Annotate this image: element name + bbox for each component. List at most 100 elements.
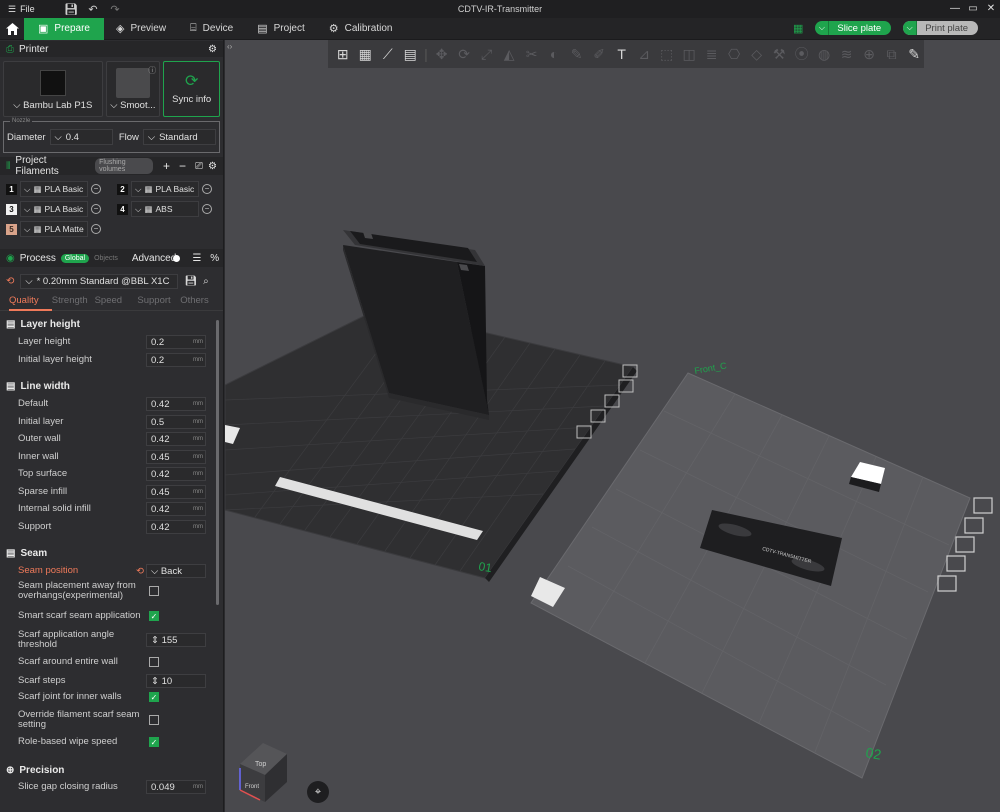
spinner-icon[interactable]: ⇕ xyxy=(151,676,162,687)
sync-filament-icon[interactable]: ⎚ xyxy=(195,161,203,172)
setting-input[interactable]: 0.2 mm xyxy=(146,335,206,349)
mesh-boolean-icon[interactable]: ◐ xyxy=(544,44,564,64)
filament-select[interactable]: ⌵ ▦ PLA Basic xyxy=(20,181,88,197)
simplify-icon[interactable]: ◇ xyxy=(747,44,767,64)
setting-input[interactable]: 0.2 mm xyxy=(146,353,206,367)
variable-layer-icon[interactable]: ≣ xyxy=(702,44,722,64)
filament-slot-5[interactable]: 5 ⌵ ▦ PLA Matte − xyxy=(6,221,101,237)
text-icon[interactable]: T xyxy=(612,44,632,64)
override-scarf-checkbox[interactable] xyxy=(149,715,159,725)
filament-slot-4[interactable]: 4 ⌵ ▦ ABS − xyxy=(117,201,212,217)
objects-toggle[interactable]: Objects xyxy=(94,254,122,263)
print-plate-button[interactable]: ⌵ Print plate xyxy=(903,21,978,35)
collapse-sidebar-icon[interactable]: ‹› xyxy=(227,42,232,51)
arrange-icon[interactable]: ▤ xyxy=(401,44,421,64)
auto-orient-icon[interactable]: ⟋ xyxy=(378,44,398,64)
plate-type-card[interactable]: ⓘ ⌵ Smoot... xyxy=(105,61,161,117)
remove-filament-icon[interactable]: − xyxy=(202,204,212,214)
process-preset-select[interactable]: ⌵ * 0.20mm Standard @BBL X1C xyxy=(20,273,179,289)
measure-icon[interactable]: ⊿ xyxy=(634,44,654,64)
lock-icon[interactable] xyxy=(946,555,966,572)
flushing-volumes-button[interactable]: Flushing volumes xyxy=(95,158,153,174)
add-plate-icon[interactable]: ▦ xyxy=(356,44,376,64)
arrange-icon[interactable] xyxy=(964,517,984,534)
filament-select[interactable]: ⌵ ▦ PLA Basic xyxy=(131,181,199,197)
minimize-icon[interactable]: — xyxy=(946,0,964,18)
gear-icon[interactable]: ⚙︎ xyxy=(208,44,217,55)
close-icon[interactable] xyxy=(973,497,993,514)
fix-model-icon[interactable]: ⚒ xyxy=(769,44,789,64)
lay-on-face-icon[interactable]: ◭ xyxy=(499,44,519,64)
tab-device[interactable]: ⌸ Device xyxy=(178,18,245,40)
assembly-icon[interactable]: ⬚ xyxy=(657,44,677,64)
file-menu[interactable]: ☰ File xyxy=(0,4,60,15)
save-icon[interactable]: 💾︎ xyxy=(60,3,82,16)
support-paint-icon[interactable]: ✎ xyxy=(567,44,587,64)
tab-speed[interactable]: Speed xyxy=(95,295,138,306)
slice-plate-button[interactable]: ⌵ Slice plate xyxy=(815,21,892,35)
orient-icon[interactable] xyxy=(955,536,975,553)
setting-input[interactable]: 0.45 mm xyxy=(146,450,206,464)
seam-position-select[interactable]: ⌵ Back xyxy=(146,564,206,578)
undo-icon[interactable]: ↶ xyxy=(82,3,104,16)
remove-filament-icon[interactable]: − xyxy=(202,184,212,194)
gear-icon[interactable]: ⚙︎ xyxy=(208,161,217,172)
setting-input[interactable]: 0.42 mm xyxy=(146,432,206,446)
filament-slot-1[interactable]: 1 ⌵ ▦ PLA Basic − xyxy=(6,181,101,197)
3d-viewport[interactable]: CDTV-TRANSMITTER 01 02 Front_C Top Front… xyxy=(225,40,1000,812)
reset-icon[interactable]: ⟲ xyxy=(6,276,14,287)
chevron-down-icon[interactable]: ⌵ xyxy=(903,21,918,35)
setting-input[interactable]: 0.42 mm xyxy=(146,467,206,481)
fit-view-icon[interactable]: ⌖ xyxy=(307,781,329,803)
diameter-select[interactable]: ⌵ 0.4 xyxy=(49,129,113,145)
info-icon[interactable]: ⓘ xyxy=(148,65,156,76)
setting-input[interactable]: 0.5 mm xyxy=(146,415,206,429)
cut-icon[interactable]: ✂ xyxy=(522,44,542,64)
rotate-icon[interactable]: ⟳ xyxy=(454,44,474,64)
scarf-angle-stepper[interactable]: ⇕ 155 xyxy=(146,633,206,647)
remove-filament-icon[interactable]: − xyxy=(91,204,101,214)
role-wipe-checkbox[interactable]: ✓ xyxy=(149,737,159,747)
filament-slot-2[interactable]: 2 ⌵ ▦ PLA Basic − xyxy=(117,181,212,197)
remove-filament-icon[interactable]: − xyxy=(91,224,101,234)
chevron-down-icon[interactable]: ⌵ xyxy=(815,21,830,35)
emboss-icon[interactable]: ⎔ xyxy=(724,44,744,64)
remove-icon[interactable]: − xyxy=(179,159,186,173)
tab-calibration[interactable]: ⚙︎ Calibration xyxy=(317,18,405,40)
scale-icon[interactable]: ⤢ xyxy=(477,44,497,64)
tab-prepare[interactable]: ▣ Prepare xyxy=(24,17,104,40)
list-icon[interactable]: ☰ xyxy=(192,253,201,264)
setting-input[interactable]: 0.42 mm xyxy=(146,397,206,411)
percent-icon[interactable]: % xyxy=(210,253,219,264)
scarf-around-checkbox[interactable] xyxy=(149,657,159,667)
filament-slot-3[interactable]: 3 ⌵ ▦ PLA Basic − xyxy=(6,201,101,217)
tab-others[interactable]: Others xyxy=(180,295,223,306)
redo-icon[interactable]: ↷ xyxy=(104,3,126,16)
filament-select[interactable]: ⌵ ▦ ABS xyxy=(131,201,199,217)
seam-paint-icon[interactable]: ✐ xyxy=(589,44,609,64)
close-icon[interactable]: ✕ xyxy=(982,0,1000,18)
seam-away-checkbox[interactable] xyxy=(149,586,159,596)
spinner-icon[interactable]: ⇕ xyxy=(151,635,162,646)
sidebar-scrollbar[interactable] xyxy=(216,320,219,605)
add-icon[interactable]: + xyxy=(163,159,170,173)
setting-input[interactable]: 0.049 mm xyxy=(146,780,206,794)
settings-icon[interactable] xyxy=(937,575,957,592)
color-paint-icon[interactable]: ◍ xyxy=(814,44,834,64)
filament-select[interactable]: ⌵ ▦ PLA Basic xyxy=(20,201,88,217)
plate-2[interactable] xyxy=(530,372,971,779)
brim-ears-icon[interactable]: ⦿ xyxy=(792,44,812,64)
printer-model-card[interactable]: ⌵ Bambu Lab P1S xyxy=(3,61,103,117)
split-icon[interactable]: ◫ xyxy=(679,44,699,64)
setting-input[interactable]: 0.42 mm xyxy=(146,520,206,534)
spreadsheet-icon[interactable]: ▦ xyxy=(793,22,803,35)
setting-input[interactable]: 0.45 mm xyxy=(146,485,206,499)
global-toggle[interactable]: Global xyxy=(60,253,90,263)
tab-quality[interactable]: Quality xyxy=(9,291,52,311)
sync-info-button[interactable]: ⟳ Sync info xyxy=(163,61,221,117)
flow-select[interactable]: ⌵ Standard xyxy=(142,129,216,145)
scarf-inner-checkbox[interactable]: ✓ xyxy=(149,692,159,702)
remove-filament-icon[interactable]: − xyxy=(91,184,101,194)
fuzzy-icon[interactable]: ≋ xyxy=(837,44,857,64)
filament-select[interactable]: ⌵ ▦ PLA Matte xyxy=(20,221,88,237)
